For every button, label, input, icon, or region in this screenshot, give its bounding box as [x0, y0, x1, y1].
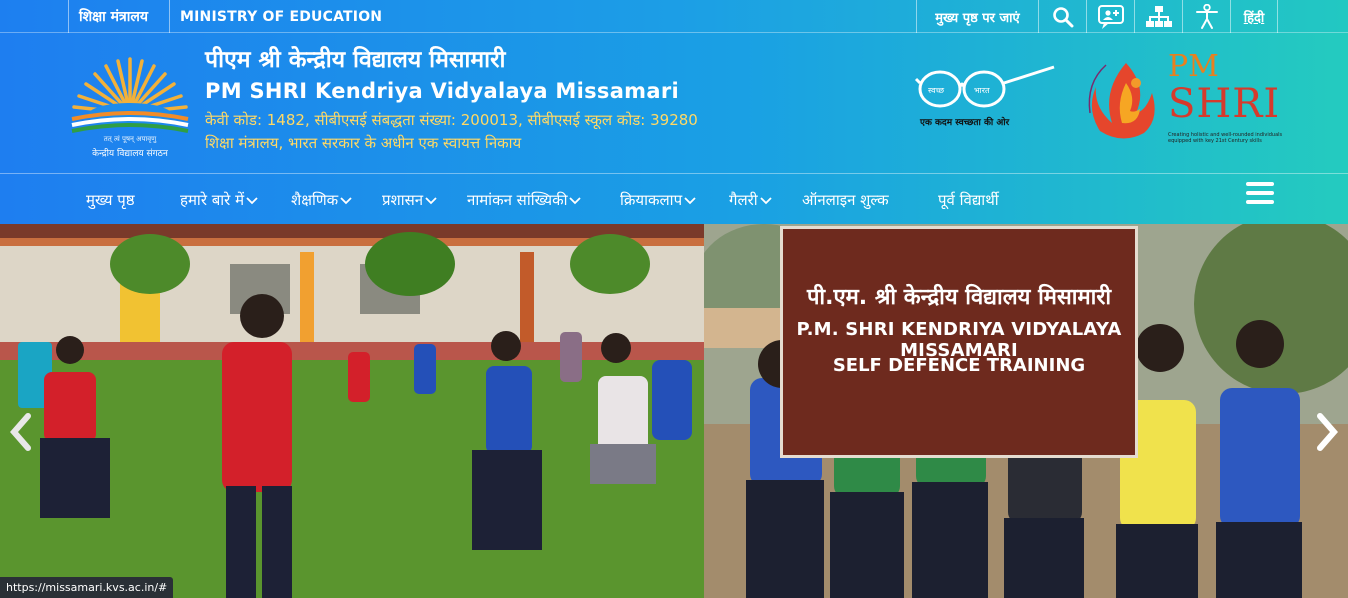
language-toggle-link[interactable]: हिंदी [1230, 0, 1278, 33]
nav-item-gallery[interactable]: गैलरी [729, 174, 772, 225]
pm-shri-shri-text: SHRI [1168, 81, 1281, 127]
nav-item-enrollment-stats[interactable]: नामांकन सांख्यिकी [467, 174, 582, 225]
chevron-down-icon [684, 191, 696, 209]
nav-item-label: ऑनलाइन शुल्क [802, 190, 889, 209]
chevron-down-icon [246, 191, 258, 209]
nav-item-label: हमारे बारे में [180, 190, 245, 209]
search-icon[interactable] [1038, 0, 1086, 33]
nav-item-activities[interactable]: क्रियाकलाप [620, 174, 696, 225]
school-authority: शिक्षा मंत्रालय, भारत सरकार के अधीन एक स… [205, 134, 522, 152]
page: शिक्षा मंत्रालय MINISTRY OF EDUCATION मु… [0, 0, 1348, 598]
self-defence-banner: पी.एम. श्री केन्द्रीय विद्यालय मिसामारी … [780, 226, 1138, 458]
pm-shri-flame-icon [1088, 63, 1155, 139]
swachh-bharat-logo[interactable]: स्वच्छ भारत एक कदम स्वच्छता की ओर [914, 61, 1058, 133]
pm-shri-logo[interactable]: PM SHRI Creating holistic and well-round… [1082, 45, 1282, 155]
school-name-hindi[interactable]: पीएम श्री केन्द्रीय विद्यालय मिसामारी [205, 45, 698, 75]
kvs-sun-emblem-icon [71, 57, 189, 133]
kvs-logo-label: केन्द्रीय विद्यालय संगठन [92, 149, 168, 159]
school-codes: केवी कोड: 1482, सीबीएसई संबद्धता संख्या:… [205, 111, 698, 129]
nav-item-online-fee[interactable]: ऑनलाइन शुल्क [802, 174, 889, 225]
main-nav: मुख्य पृष्ठ हमारे बारे में शैक्षणिक प्रश… [0, 173, 1348, 224]
screen-reader-icon[interactable] [1086, 0, 1134, 33]
hero-photo-self-defence-banner: पी.एम. श्री केन्द्रीय विद्यालय मिसामारी … [704, 224, 1348, 598]
nav-item-label: क्रियाकलाप [620, 190, 683, 209]
swachh-left-text: स्वच्छ [928, 86, 945, 95]
carousel-next-arrow-icon[interactable] [1312, 412, 1342, 452]
hero-carousel: पी.एम. श्री केन्द्रीय विद्यालय मिसामारी … [0, 224, 1348, 598]
school-name-english[interactable]: PM SHRI Kendriya Vidyalaya Missamari [205, 76, 698, 106]
pm-shri-tagline: Creating holistic and well-rounded indiv… [1168, 132, 1283, 144]
site-header: तत् त्वं पूषन् अपावृणु केन्द्रीय विद्याल… [0, 33, 1348, 173]
swachh-glasses-icon: स्वच्छ भारत [914, 65, 1055, 108]
chevron-down-icon [340, 191, 352, 209]
banner-school-name-hindi: पी.एम. श्री केन्द्रीय विद्यालय मिसामारी [806, 285, 1112, 310]
nav-item-administration[interactable]: प्रशासन [382, 174, 437, 225]
swachh-tagline: एक कदम स्वच्छता की ओर [920, 118, 1010, 128]
nav-item-label: नामांकन सांख्यिकी [467, 190, 568, 209]
nav-item-home[interactable]: मुख्य पृष्ठ [86, 174, 135, 225]
browser-status-url: https://missamari.kvs.ac.in/# [0, 577, 174, 598]
sitemap-icon[interactable] [1134, 0, 1182, 33]
students-photo-illustration [0, 224, 704, 598]
hero-photo-students-training [0, 224, 704, 598]
nav-item-label: मुख्य पृष्ठ [86, 190, 135, 209]
nav-item-label: प्रशासन [382, 190, 424, 209]
chevron-down-icon [569, 191, 582, 209]
chevron-down-icon [425, 191, 437, 209]
nav-item-label: शैक्षणिक [291, 190, 339, 209]
swachh-right-text: भारत [974, 86, 990, 95]
banner-event-title: SELF DEFENCE TRAINING [832, 355, 1086, 376]
skip-to-main-link[interactable]: मुख्य पृष्ठ पर जाएं [916, 0, 1038, 33]
kvs-logo-motto: तत् त्वं पूषन् अपावृणु [103, 135, 157, 143]
hamburger-menu-icon[interactable] [1246, 182, 1274, 204]
chevron-down-icon [760, 191, 772, 209]
nav-item-academics[interactable]: शैक्षणिक [291, 174, 352, 225]
accessibility-icon[interactable] [1182, 0, 1230, 33]
nav-item-label: गैलरी [729, 190, 758, 209]
kvs-logo[interactable]: तत् त्वं पूषन् अपावृणु केन्द्रीय विद्याल… [66, 51, 194, 161]
top-bar: शिक्षा मंत्रालय MINISTRY OF EDUCATION मु… [0, 0, 1348, 33]
ministry-hindi-link[interactable]: शिक्षा मंत्रालय [68, 0, 158, 33]
ministry-english-link[interactable]: MINISTRY OF EDUCATION [169, 0, 392, 33]
school-title-block: पीएम श्री केन्द्रीय विद्यालय मिसामारी PM… [205, 45, 698, 155]
pm-shri-pm-text: PM [1168, 49, 1219, 84]
nav-item-about[interactable]: हमारे बारे में [180, 174, 258, 225]
top-utilities: मुख्य पृष्ठ पर जाएं हिंदी [916, 0, 1278, 33]
nav-item-alumni[interactable]: पूर्व विद्यार्थी [938, 174, 999, 225]
carousel-prev-arrow-icon[interactable] [6, 412, 36, 452]
nav-item-label: पूर्व विद्यार्थी [938, 190, 999, 209]
